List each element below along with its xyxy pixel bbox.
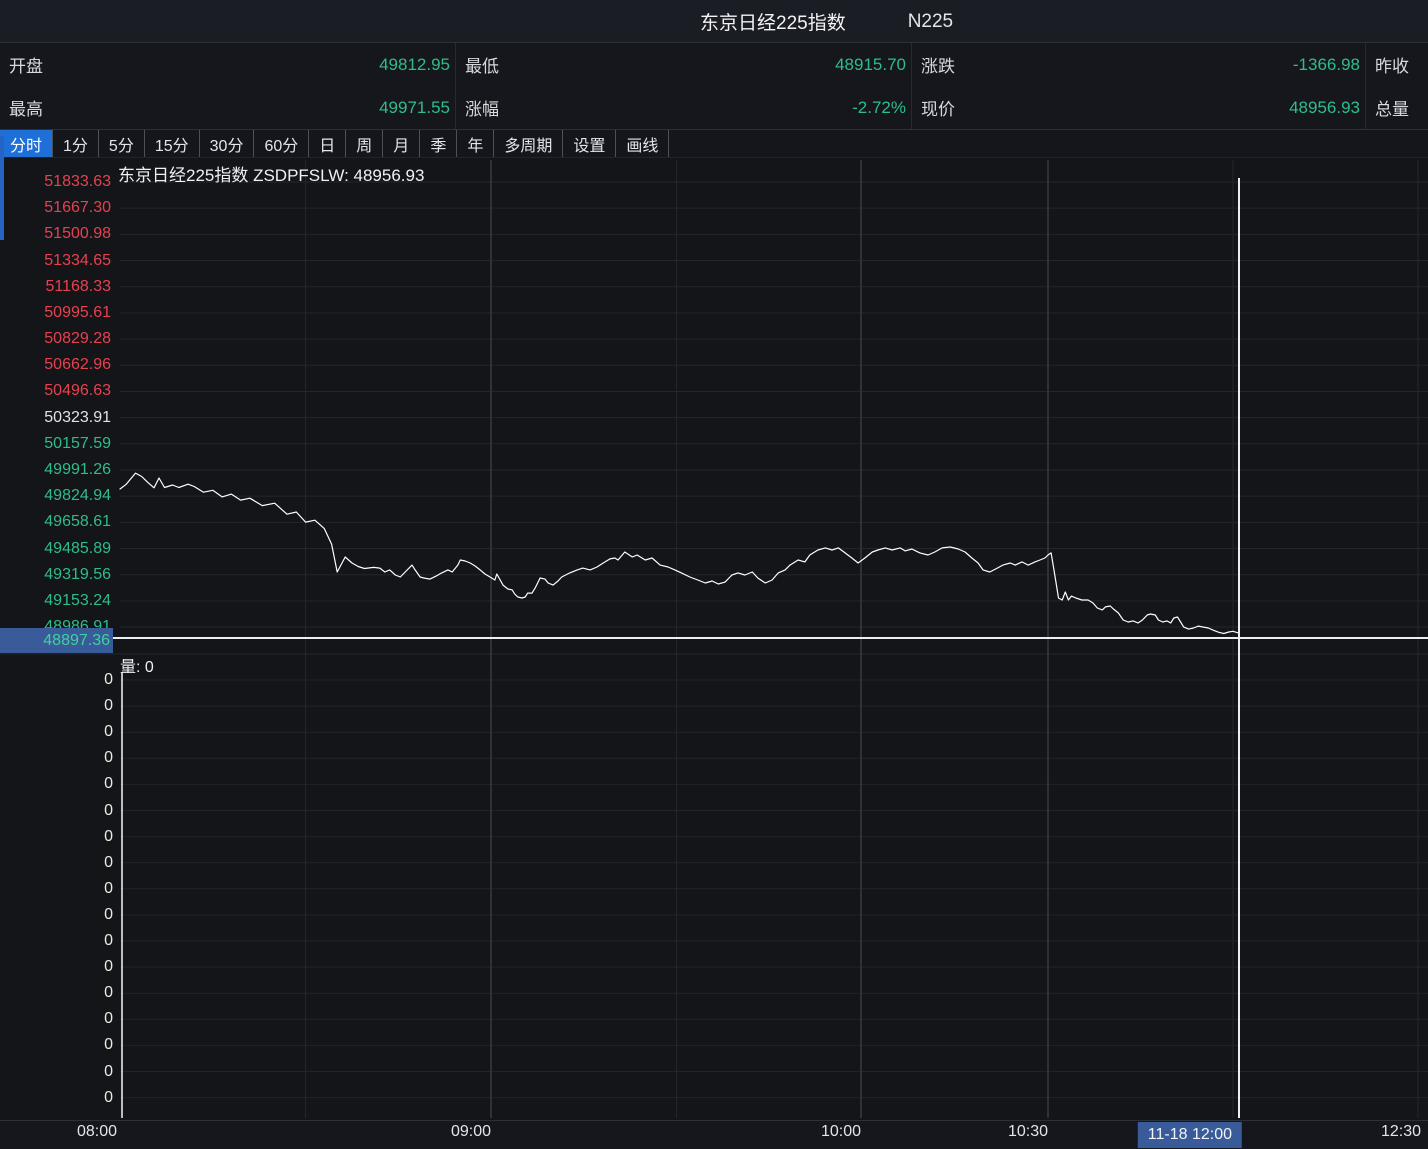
left-scrollbar-thumb[interactable] bbox=[0, 136, 4, 240]
price-tick-label: 50829.28 bbox=[1, 329, 111, 349]
quote-label-open: 开盘 bbox=[0, 52, 43, 77]
quote-value-change-pct: -2.72% bbox=[499, 98, 911, 118]
quote-cell-open: 开盘49812.95 bbox=[0, 43, 455, 86]
price-tick-label: 51168.33 bbox=[1, 277, 111, 297]
volume-tick-label: 0 bbox=[1, 1009, 113, 1029]
quote-cell-last: 现价48956.93 bbox=[911, 86, 1365, 129]
quote-value-low: 48915.70 bbox=[499, 55, 911, 75]
price-tick-label: 50995.61 bbox=[1, 303, 111, 323]
volume-tick-label: 0 bbox=[1, 879, 113, 899]
quote-cell-change: 涨跌-1366.98 bbox=[911, 43, 1365, 86]
quote-label-volume: 总量 bbox=[1366, 95, 1409, 120]
tab-日[interactable]: 日 bbox=[309, 130, 346, 157]
price-tick-label: 49319.56 bbox=[1, 565, 111, 585]
price-tick-label: 49658.61 bbox=[1, 512, 111, 532]
price-line bbox=[120, 473, 1238, 633]
time-tick-label: 12:30 bbox=[1381, 1123, 1421, 1141]
quote-label-change-pct: 涨幅 bbox=[456, 95, 499, 120]
quote-bar: 开盘49812.95最低48915.70涨跌-1366.98昨收最高49971.… bbox=[0, 43, 1428, 130]
chart-region[interactable]: 东京日经225指数 ZSDPFSLW: 48956.93 51833.63 516… bbox=[0, 158, 1428, 1120]
price-tick-label: 51500.98 bbox=[1, 224, 111, 244]
quote-cell-high: 最高49971.55 bbox=[0, 86, 455, 129]
price-tick-label: 49824.94 bbox=[1, 486, 111, 506]
quote-cell-low: 最低48915.70 bbox=[455, 43, 911, 86]
volume-tick-label: 0 bbox=[1, 827, 113, 847]
volume-indicator-label: 量: 0 bbox=[120, 653, 154, 677]
quote-cell-change-pct: 涨幅-2.72% bbox=[455, 86, 911, 129]
stock-chart-app: 东京日经225指数 N225 开盘49812.95最低48915.70涨跌-13… bbox=[0, 0, 1428, 1149]
price-tick-label: 51334.65 bbox=[1, 251, 111, 271]
crosshair-price-badge: 48897.36 bbox=[0, 628, 113, 653]
volume-tick-label: 0 bbox=[1, 905, 113, 925]
quote-row: 开盘49812.95最低48915.70涨跌-1366.98昨收 bbox=[0, 43, 1428, 86]
symbol-code: N225 bbox=[908, 11, 953, 33]
quote-value-last: 48956.93 bbox=[955, 98, 1365, 118]
chart-canvas[interactable] bbox=[0, 158, 1428, 1120]
volume-tick-label: 0 bbox=[1, 670, 113, 690]
quote-cell-prev-close: 昨收 bbox=[1365, 43, 1428, 86]
price-tick-label: 51833.63 bbox=[1, 172, 111, 192]
price-tick-label: 50496.63 bbox=[1, 381, 111, 401]
period-tab-bar: 分时1分5分15分30分60分日周月季年多周期设置画线 bbox=[0, 130, 1428, 158]
volume-tick-label: 0 bbox=[1, 931, 113, 951]
header-title-wrap: 东京日经225指数 N225 bbox=[700, 0, 953, 43]
quote-label-prev-close: 昨收 bbox=[1366, 52, 1409, 77]
volume-tick-label: 0 bbox=[1, 957, 113, 977]
tab-周[interactable]: 周 bbox=[346, 130, 383, 157]
quote-value-high: 49971.55 bbox=[43, 98, 455, 118]
tab-季[interactable]: 季 bbox=[420, 130, 457, 157]
tab-分时[interactable]: 分时 bbox=[0, 130, 53, 157]
tab-1分[interactable]: 1分 bbox=[53, 130, 99, 157]
time-axis: 08:00 09:00 10:00 10:30 12:30 11-18 12:00 bbox=[0, 1120, 1428, 1149]
chart-legend: 东京日经225指数 ZSDPFSLW: 48956.93 bbox=[118, 161, 424, 186]
volume-tick-label: 0 bbox=[1, 696, 113, 716]
price-tick-label: 50662.96 bbox=[1, 355, 111, 375]
quote-label-last: 现价 bbox=[912, 95, 955, 120]
volume-tick-label: 0 bbox=[1, 748, 113, 768]
quote-value-open: 49812.95 bbox=[43, 55, 455, 75]
tab-5分[interactable]: 5分 bbox=[99, 130, 145, 157]
price-tick-label: 49153.24 bbox=[1, 591, 111, 611]
tab-30分[interactable]: 30分 bbox=[200, 130, 255, 157]
price-tick-label: 49991.26 bbox=[1, 460, 111, 480]
tab-设置[interactable]: 设置 bbox=[563, 130, 616, 157]
tab-15分[interactable]: 15分 bbox=[145, 130, 200, 157]
volume-tick-label: 0 bbox=[1, 774, 113, 794]
quote-label-change: 涨跌 bbox=[912, 52, 955, 77]
page-title: 东京日经225指数 bbox=[700, 8, 846, 35]
window-header: 东京日经225指数 N225 bbox=[0, 0, 1428, 43]
quote-label-low: 最低 bbox=[456, 52, 499, 77]
time-tick-label: 08:00 bbox=[77, 1123, 117, 1141]
quote-label-high: 最高 bbox=[0, 95, 43, 120]
volume-tick-label: 0 bbox=[1, 1035, 113, 1055]
tab-月[interactable]: 月 bbox=[383, 130, 420, 157]
volume-tick-label: 0 bbox=[1, 853, 113, 873]
tab-画线[interactable]: 画线 bbox=[616, 130, 669, 157]
time-tick-label: 10:00 bbox=[821, 1123, 861, 1141]
price-tick-label: 51667.30 bbox=[1, 198, 111, 218]
volume-tick-label: 0 bbox=[1, 983, 113, 1003]
tab-年[interactable]: 年 bbox=[457, 130, 494, 157]
volume-tick-label: 0 bbox=[1, 722, 113, 742]
tab-60分[interactable]: 60分 bbox=[254, 130, 309, 157]
price-tick-label: 49485.89 bbox=[1, 539, 111, 559]
crosshair-time-badge: 11-18 12:00 bbox=[1138, 1122, 1242, 1148]
quote-cell-volume: 总量 bbox=[1365, 86, 1428, 129]
time-tick-label: 10:30 bbox=[1008, 1123, 1048, 1141]
volume-tick-label: 0 bbox=[1, 1062, 113, 1082]
quote-value-change: -1366.98 bbox=[955, 55, 1365, 75]
volume-tick-label: 0 bbox=[1, 1088, 113, 1108]
price-tick-label: 50323.91 bbox=[1, 408, 111, 428]
time-tick-label: 09:00 bbox=[451, 1123, 491, 1141]
volume-tick-label: 0 bbox=[1, 801, 113, 821]
tab-多周期[interactable]: 多周期 bbox=[494, 130, 563, 157]
quote-row: 最高49971.55涨幅-2.72%现价48956.93总量 bbox=[0, 86, 1428, 129]
price-tick-label: 50157.59 bbox=[1, 434, 111, 454]
